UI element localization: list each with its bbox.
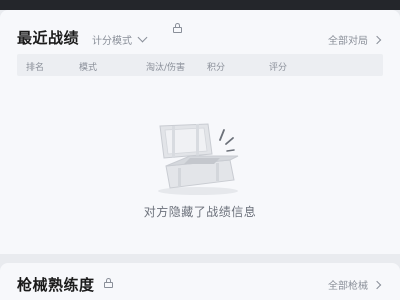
all-matches-link[interactable]: 全部对局: [328, 32, 382, 47]
mode-label: 计分模式: [92, 36, 132, 47]
all-weapons-link[interactable]: 全部枪械: [328, 277, 382, 292]
column-rank: 排名: [26, 63, 45, 73]
chevron-right-icon: [372, 35, 382, 44]
table-header: 排名 模式 淘汰/伤害 积分 评分: [17, 54, 383, 76]
chevron-down-icon: [137, 32, 148, 43]
lock-icon: [104, 278, 113, 288]
empty-box-icon: [150, 120, 250, 198]
all-matches-label: 全部对局: [328, 36, 368, 47]
column-points: 积分: [207, 63, 226, 73]
chevron-right-icon: [372, 280, 382, 289]
mode-dropdown[interactable]: 计分模式: [92, 32, 148, 47]
column-kills-damage: 淘汰/伤害: [146, 63, 186, 73]
lock-icon: [173, 23, 182, 33]
weapon-proficiency-title: 枪械熟练度: [17, 276, 95, 294]
column-mode: 模式: [79, 63, 98, 73]
empty-state-text: 对方隐藏了战绩信息: [143, 205, 257, 219]
column-rating: 评分: [269, 63, 288, 73]
all-weapons-label: 全部枪械: [328, 281, 368, 292]
recent-battles-card: 最近战绩 计分模式 全部对局 排名 模式 淘汰/伤害 积分 评分 对方隐藏了战绩…: [0, 10, 400, 254]
top-bar: [0, 0, 400, 10]
recent-battles-title: 最近战绩: [17, 29, 80, 47]
